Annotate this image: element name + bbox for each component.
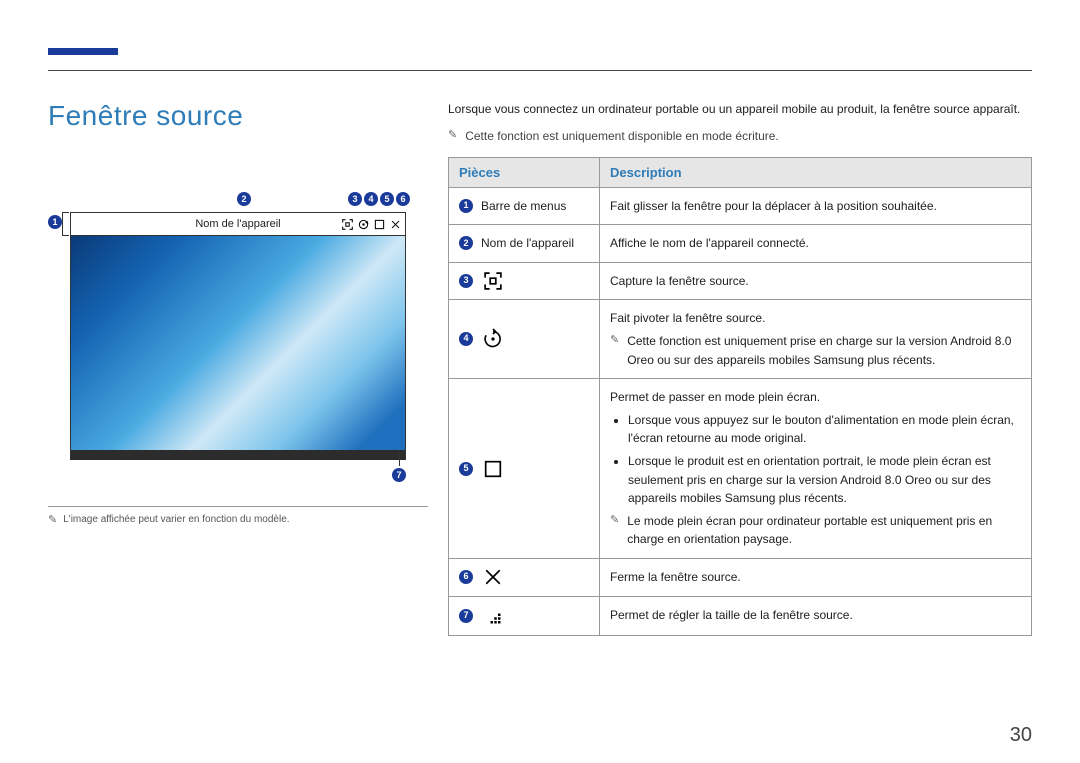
rotate-icon bbox=[481, 329, 505, 349]
figure-leader-7 bbox=[399, 452, 400, 466]
table-row: 3 Capture la fenêtre source. bbox=[449, 262, 1032, 300]
pencil-icon: ✎ bbox=[48, 513, 57, 526]
window-body bbox=[71, 236, 405, 460]
figure-footnote: ✎ L'image affichée peut varier en foncti… bbox=[48, 506, 428, 526]
window-taskbar bbox=[71, 450, 405, 460]
figure-bracket bbox=[62, 212, 69, 236]
figure-marker-7: 7 bbox=[392, 468, 406, 482]
pencil-icon: ✎ bbox=[448, 127, 457, 144]
pencil-icon: ✎ bbox=[610, 332, 619, 349]
row-desc: Permet de passer en mode plein écran. Lo… bbox=[600, 379, 1032, 559]
fullscreen-icon bbox=[373, 218, 385, 230]
window-title-icons bbox=[341, 213, 401, 235]
table-row: 1 Barre de menus Fait glisser la fenêtre … bbox=[449, 187, 1032, 225]
row-desc: Capture la fenêtre source. bbox=[600, 262, 1032, 300]
row-desc: Fait pivoter la fenêtre source. ✎Cette f… bbox=[600, 300, 1032, 379]
list-item: Lorsque vous appuyez sur le bouton d'ali… bbox=[628, 411, 1021, 448]
table-row: 5 Permet de passer en mode plein écran. … bbox=[449, 379, 1032, 559]
row-badge: 5 bbox=[459, 462, 473, 476]
close-icon bbox=[389, 218, 401, 230]
th-desc: Description bbox=[600, 157, 1032, 187]
row-badge: 2 bbox=[459, 236, 473, 250]
window-device-name: Nom de l'appareil bbox=[195, 218, 280, 230]
resize-icon bbox=[481, 606, 505, 626]
intro-note-text: Cette fonction est uniquement disponible… bbox=[465, 127, 779, 145]
row-desc: Ferme la fenêtre source. bbox=[600, 558, 1032, 596]
capture-icon bbox=[481, 272, 505, 290]
figure-marker-6: 6 bbox=[396, 192, 410, 206]
row-desc: Fait glisser la fenêtre pour la déplacer… bbox=[600, 187, 1032, 225]
row-desc: Permet de régler la taille de la fenêtre… bbox=[600, 596, 1032, 635]
table-row: 6 Ferme la fenêtre source. bbox=[449, 558, 1032, 596]
top-rule bbox=[48, 70, 1032, 71]
row-badge: 1 bbox=[459, 199, 473, 213]
row-badge: 4 bbox=[459, 332, 473, 346]
row-badge: 3 bbox=[459, 274, 473, 288]
figure-marker-3: 3 bbox=[348, 192, 362, 206]
table-row: 2 Nom de l'appareil Affiche le nom de l'a… bbox=[449, 225, 1032, 263]
footnote-text: L'image affichée peut varier en fonction… bbox=[63, 514, 289, 525]
rotate-icon bbox=[357, 218, 369, 230]
source-window-mock: Nom de l'appareil bbox=[70, 212, 406, 460]
table-row: 4 Fait pivoter la fenêtre source. ✎Cet bbox=[449, 300, 1032, 379]
figure-area: 1 2 3 4 5 6 Nom de l'appareil bbox=[48, 182, 408, 472]
row-badge: 7 bbox=[459, 609, 473, 623]
capture-icon bbox=[341, 218, 353, 230]
list-item: Lorsque le produit est en orientation po… bbox=[628, 452, 1021, 508]
figure-marker-1: 1 bbox=[48, 215, 62, 229]
right-column: Lorsque vous connectez un ordinateur por… bbox=[448, 100, 1032, 715]
fullscreen-icon bbox=[481, 460, 505, 478]
manual-page: Fenêtre source 1 2 3 4 5 6 Nom de l'appa… bbox=[0, 0, 1080, 763]
intro-text: Lorsque vous connectez un ordinateur por… bbox=[448, 100, 1032, 119]
accent-bar bbox=[48, 48, 118, 55]
close-icon bbox=[481, 568, 505, 586]
row-badge: 6 bbox=[459, 570, 473, 584]
window-title-bar: Nom de l'appareil bbox=[71, 213, 405, 236]
pencil-icon: ✎ bbox=[610, 512, 619, 529]
table-row: 7 Permet d bbox=[449, 596, 1032, 635]
left-column: Fenêtre source 1 2 3 4 5 6 Nom de l'appa… bbox=[48, 100, 448, 715]
parts-table: Pièces Description 1 Barre de menus Fait … bbox=[448, 157, 1032, 636]
page-title: Fenêtre source bbox=[48, 100, 428, 132]
th-parts: Pièces bbox=[449, 157, 600, 187]
figure-marker-2: 2 bbox=[237, 192, 251, 206]
figure-marker-4: 4 bbox=[364, 192, 378, 206]
page-number: 30 bbox=[1010, 724, 1032, 747]
row-desc: Affiche le nom de l'appareil connecté. bbox=[600, 225, 1032, 263]
row-label: Barre de menus bbox=[481, 197, 566, 216]
figure-marker-5: 5 bbox=[380, 192, 394, 206]
row-label: Nom de l'appareil bbox=[481, 234, 574, 253]
intro-note: ✎ Cette fonction est uniquement disponib… bbox=[448, 127, 1032, 145]
